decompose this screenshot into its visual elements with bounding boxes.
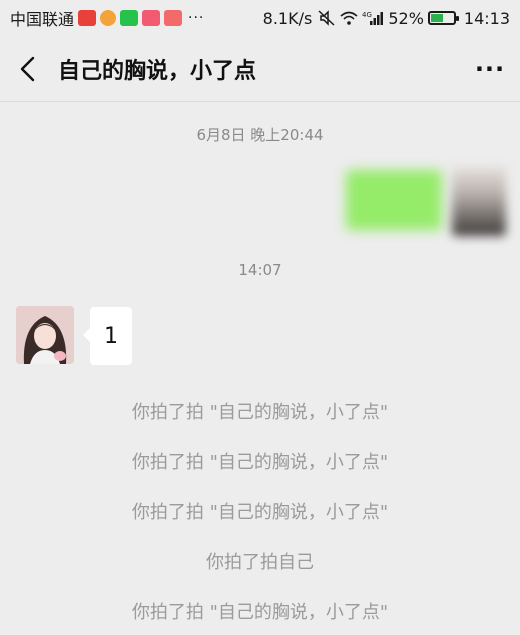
network-speed: 8.1K/s (262, 8, 313, 28)
battery-level (430, 14, 444, 22)
more-options-button[interactable]: ··· (460, 36, 520, 102)
cellular-signal-icon: 4G (362, 11, 384, 25)
notification-app-icon (78, 10, 97, 26)
signal-type-label: 4G (362, 11, 372, 19)
chat-title: 自己的胸说，小了点 (58, 58, 257, 84)
notification-app-icon-2 (142, 10, 161, 26)
iqiyi-icon (120, 10, 139, 26)
status-bar: 中国联通 ··· 8.1K/s 4G 52% 14:13 (0, 0, 520, 36)
contact-avatar-image (16, 306, 74, 364)
notification-app-icon-3 (164, 10, 183, 26)
system-message: 你拍了拍 "自己的胸说，小了点" (131, 602, 389, 623)
chat-header: 自己的胸说，小了点 ··· (0, 36, 520, 102)
battery-percent: 52% (388, 8, 424, 28)
more-icon: ··· (474, 54, 506, 83)
clock: 14:13 (463, 8, 510, 28)
message-timestamp: 14:07 (238, 261, 282, 279)
battery-icon (427, 11, 459, 25)
incoming-message-bubble[interactable]: 1 (83, 307, 132, 365)
wifi-icon (340, 11, 358, 25)
contact-avatar[interactable] (16, 306, 74, 364)
carrier-name: 中国联通 (10, 10, 75, 29)
outgoing-message-bubble[interactable] (346, 170, 442, 230)
system-message: 你拍了拍 "自己的胸说，小了点" (131, 502, 389, 523)
weibo-icon (100, 10, 117, 26)
back-arrow-icon (20, 56, 35, 81)
my-avatar[interactable] (452, 166, 506, 236)
mute-icon (318, 10, 335, 26)
back-button[interactable] (0, 36, 56, 102)
status-bar-left: 中国联通 ··· (10, 6, 204, 30)
system-message: 你拍了拍 "自己的胸说，小了点" (131, 402, 389, 423)
incoming-message-text: 1 (104, 323, 118, 349)
more-notifications-icon: ··· (188, 10, 205, 26)
message-timestamp: 6月8日 晚上20:44 (196, 126, 324, 144)
system-message: 你拍了拍自己 (206, 552, 314, 573)
status-bar-right: 8.1K/s 4G 52% 14:13 (263, 9, 510, 28)
system-message: 你拍了拍 "自己的胸说，小了点" (131, 452, 389, 473)
